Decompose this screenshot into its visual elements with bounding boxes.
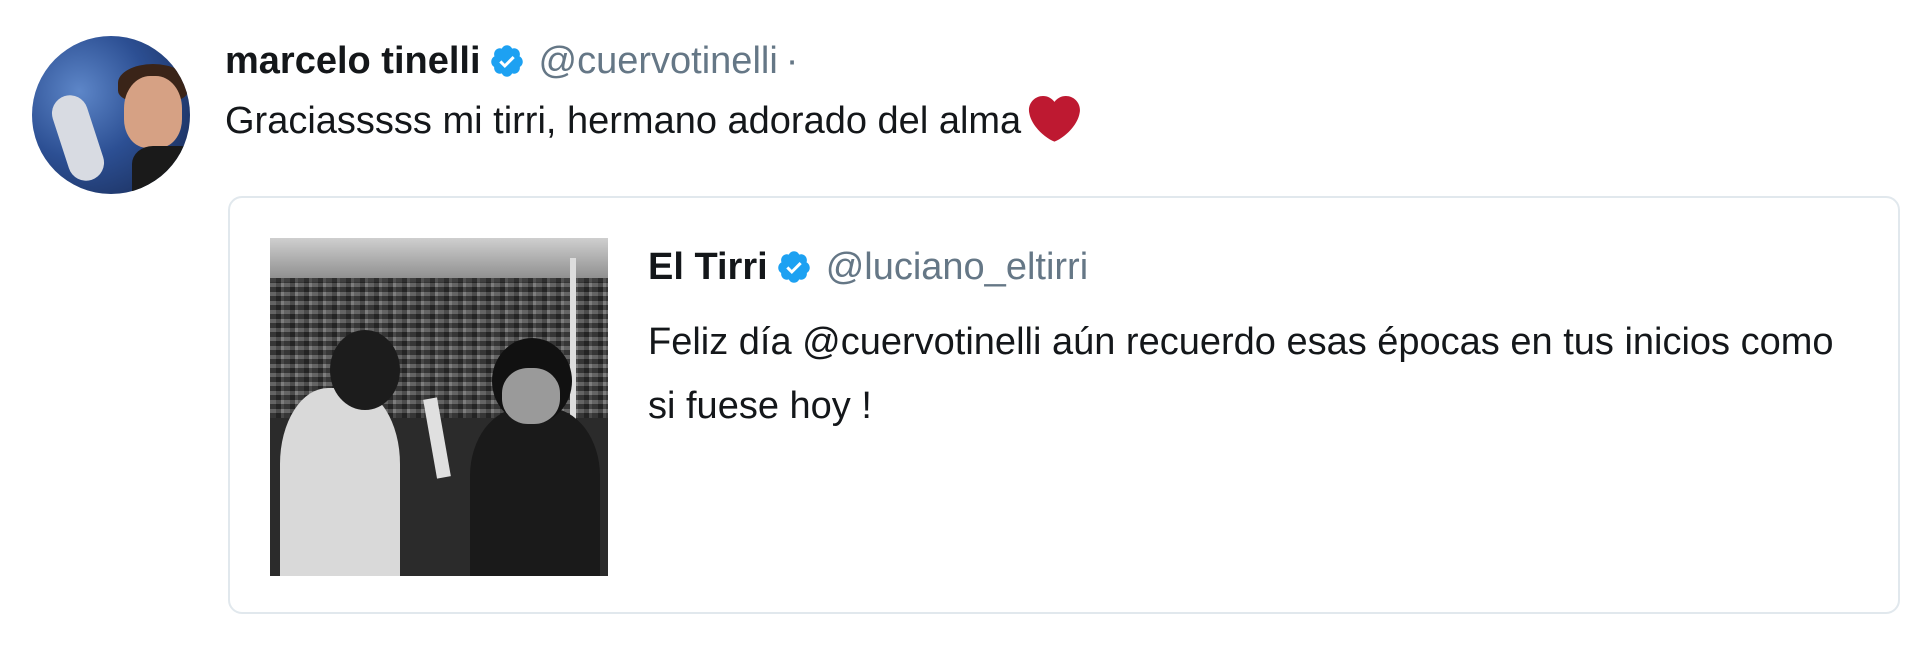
tweet-header: marcelo tinelli @cuervotinelli · — [225, 36, 798, 86]
quoted-tweet-photo[interactable] — [270, 238, 608, 576]
photo-person-right-body — [470, 408, 600, 576]
heart-emoji-icon — [1029, 96, 1081, 142]
photo-person-right-face — [502, 368, 560, 424]
avatar-body-shape — [132, 146, 190, 194]
header-separator: · — [785, 39, 799, 82]
photo-sky-shape — [270, 238, 608, 282]
author-avatar[interactable] — [32, 36, 190, 194]
avatar-face-shape — [124, 76, 182, 148]
quoted-tweet-text: Feliz día @cuervotinelli aún recuerdo es… — [648, 321, 1834, 427]
verified-badge-icon — [490, 45, 523, 77]
quoted-author-handle[interactable]: @luciano_eltirri — [826, 246, 1088, 289]
quoted-author-name[interactable]: El Tirri — [648, 246, 768, 289]
avatar-microphone-shape — [47, 90, 109, 186]
quoted-tweet-header: El Tirri @luciano_eltirri — [648, 242, 1088, 292]
author-name[interactable]: marcelo tinelli — [225, 40, 481, 83]
tweet-text-content: Graciasssss mi tirri, hermano adorado de… — [225, 100, 1022, 142]
quoted-tweet-card[interactable]: El Tirri @luciano_eltirri Feliz día @cue… — [228, 196, 1900, 614]
quoted-verified-badge-icon — [777, 251, 810, 283]
author-handle[interactable]: @cuervotinelli — [539, 40, 778, 83]
tweet[interactable]: marcelo tinelli @cuervotinelli · Gracias… — [0, 0, 1920, 657]
tweet-text: Graciasssss mi tirri, hermano adorado de… — [225, 96, 1081, 146]
photo-person-left-body — [280, 388, 400, 576]
photo-person-left-head — [330, 330, 400, 410]
